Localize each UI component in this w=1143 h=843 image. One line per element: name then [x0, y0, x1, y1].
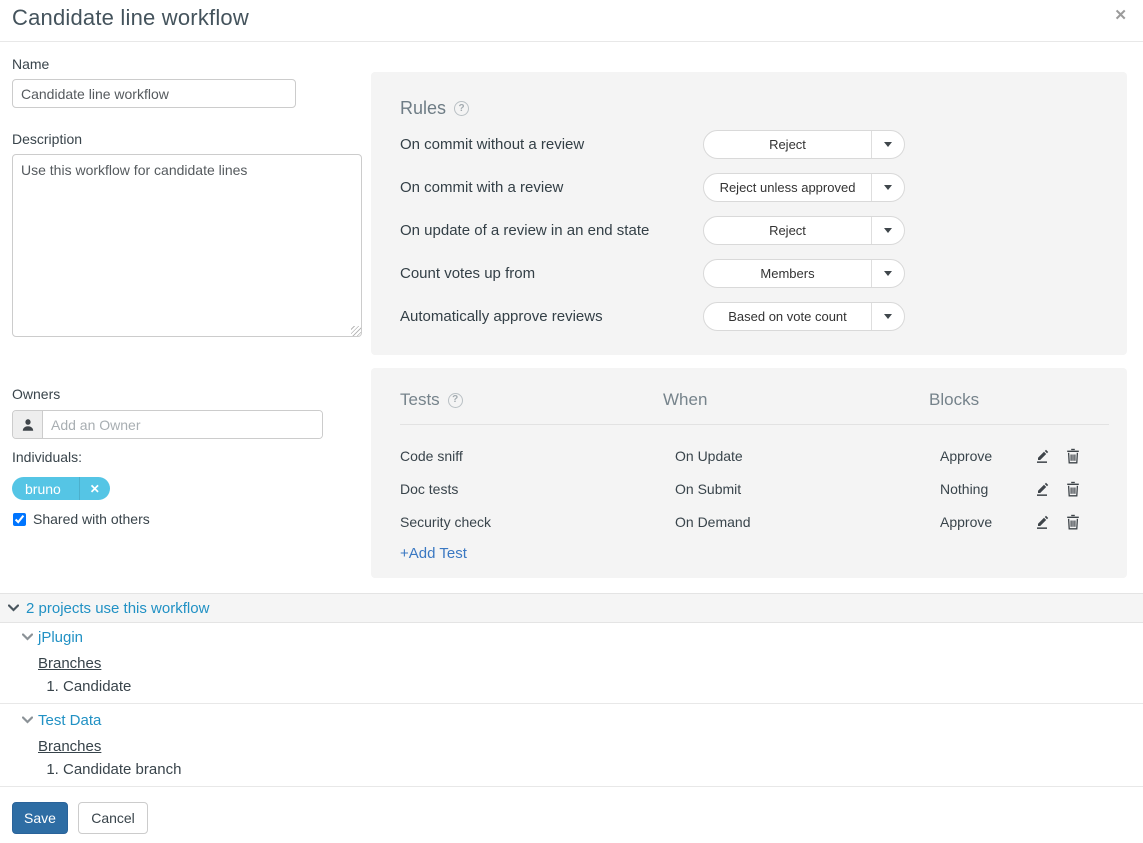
trash-icon[interactable] — [1066, 481, 1080, 500]
caret-down-icon — [872, 131, 904, 158]
test-when: On Demand — [675, 514, 750, 530]
rule-select-on-update-end-state[interactable]: Reject — [703, 216, 905, 245]
name-label: Name — [12, 56, 49, 72]
test-row: Doc tests On Submit Nothing — [400, 476, 1098, 504]
test-when: On Submit — [675, 481, 741, 497]
branch-item: Candidate — [63, 678, 131, 695]
trash-icon[interactable] — [1066, 514, 1080, 533]
add-owner-input[interactable] — [43, 411, 322, 438]
test-blocks: Approve — [940, 448, 992, 464]
project-link[interactable]: jPlugin — [38, 629, 83, 646]
caret-down-icon — [872, 303, 904, 330]
trash-icon[interactable] — [1066, 448, 1080, 467]
tag-remove-icon[interactable]: ✕ — [79, 477, 110, 500]
divider — [0, 786, 1143, 787]
owner-tag-bruno: bruno ✕ — [12, 477, 110, 500]
rule-label: On commit without a review — [400, 136, 584, 153]
chevron-down-icon[interactable] — [22, 633, 33, 641]
owners-input-group — [12, 410, 323, 439]
dialog-header: Candidate line workflow ✕ — [0, 0, 1143, 42]
rule-label: On commit with a review — [400, 179, 563, 196]
branches-link[interactable]: Branches — [38, 655, 101, 672]
projects-summary-link[interactable]: 2 projects use this workflow — [26, 600, 209, 617]
blocks-column-header: Blocks — [929, 390, 979, 410]
rules-title: Rules — [400, 98, 446, 119]
test-name: Security check — [400, 514, 491, 530]
tests-panel: Tests ? When Blocks Code sniff On Update… — [371, 368, 1127, 578]
tests-title: Tests — [400, 390, 440, 410]
description-label: Description — [12, 131, 82, 147]
question-icon[interactable]: ? — [454, 101, 469, 116]
rule-label: Count votes up from — [400, 265, 535, 282]
shared-with-others-label: Shared with others — [33, 511, 150, 527]
edit-icon[interactable] — [1034, 481, 1050, 500]
test-row: Security check On Demand Approve — [400, 509, 1098, 537]
question-icon[interactable]: ? — [448, 393, 463, 408]
project-link[interactable]: Test Data — [38, 712, 101, 729]
projects-summary-bar: 2 projects use this workflow — [0, 593, 1143, 623]
individuals-label: Individuals: — [12, 449, 82, 465]
chevron-down-icon[interactable] — [22, 716, 33, 724]
shared-with-others-checkbox[interactable] — [13, 513, 26, 526]
cancel-button[interactable]: Cancel — [78, 802, 148, 834]
description-textarea[interactable]: Use this workflow for candidate lines — [12, 154, 362, 337]
test-when: On Update — [675, 448, 743, 464]
test-blocks: Approve — [940, 514, 992, 530]
divider — [0, 703, 1143, 704]
rule-label: On update of a review in an end state — [400, 222, 649, 239]
test-blocks: Nothing — [940, 481, 988, 497]
rule-select-on-commit-with-review[interactable]: Reject unless approved — [703, 173, 905, 202]
save-button[interactable]: Save — [12, 802, 68, 834]
person-icon — [13, 411, 43, 438]
chevron-down-icon[interactable] — [8, 604, 19, 612]
project-row: jPlugin — [0, 629, 1143, 649]
rule-select-count-votes[interactable]: Members — [703, 259, 905, 288]
add-test-link[interactable]: +Add Test — [400, 545, 467, 562]
when-column-header: When — [663, 390, 707, 410]
edit-icon[interactable] — [1034, 514, 1050, 533]
caret-down-icon — [872, 260, 904, 287]
page-title: Candidate line workflow — [12, 5, 249, 31]
project-row: Test Data — [0, 712, 1143, 732]
caret-down-icon — [872, 217, 904, 244]
branch-item: Candidate branch — [63, 761, 181, 778]
test-row: Code sniff On Update Approve — [400, 443, 1098, 471]
rules-panel: Rules ? On commit without a review Rejec… — [371, 72, 1127, 355]
name-input[interactable] — [12, 79, 296, 108]
owners-label: Owners — [12, 386, 60, 402]
test-name: Code sniff — [400, 448, 463, 464]
close-icon[interactable]: ✕ — [1114, 7, 1127, 25]
branches-link[interactable]: Branches — [38, 738, 101, 755]
edit-icon[interactable] — [1034, 448, 1050, 467]
rule-select-auto-approve[interactable]: Based on vote count — [703, 302, 905, 331]
rule-label: Automatically approve reviews — [400, 308, 603, 325]
caret-down-icon — [872, 174, 904, 201]
owner-tag-label: bruno — [12, 481, 79, 497]
textarea-resize-handle[interactable] — [351, 326, 361, 336]
test-name: Doc tests — [400, 481, 458, 497]
rule-select-on-commit-without-review[interactable]: Reject — [703, 130, 905, 159]
